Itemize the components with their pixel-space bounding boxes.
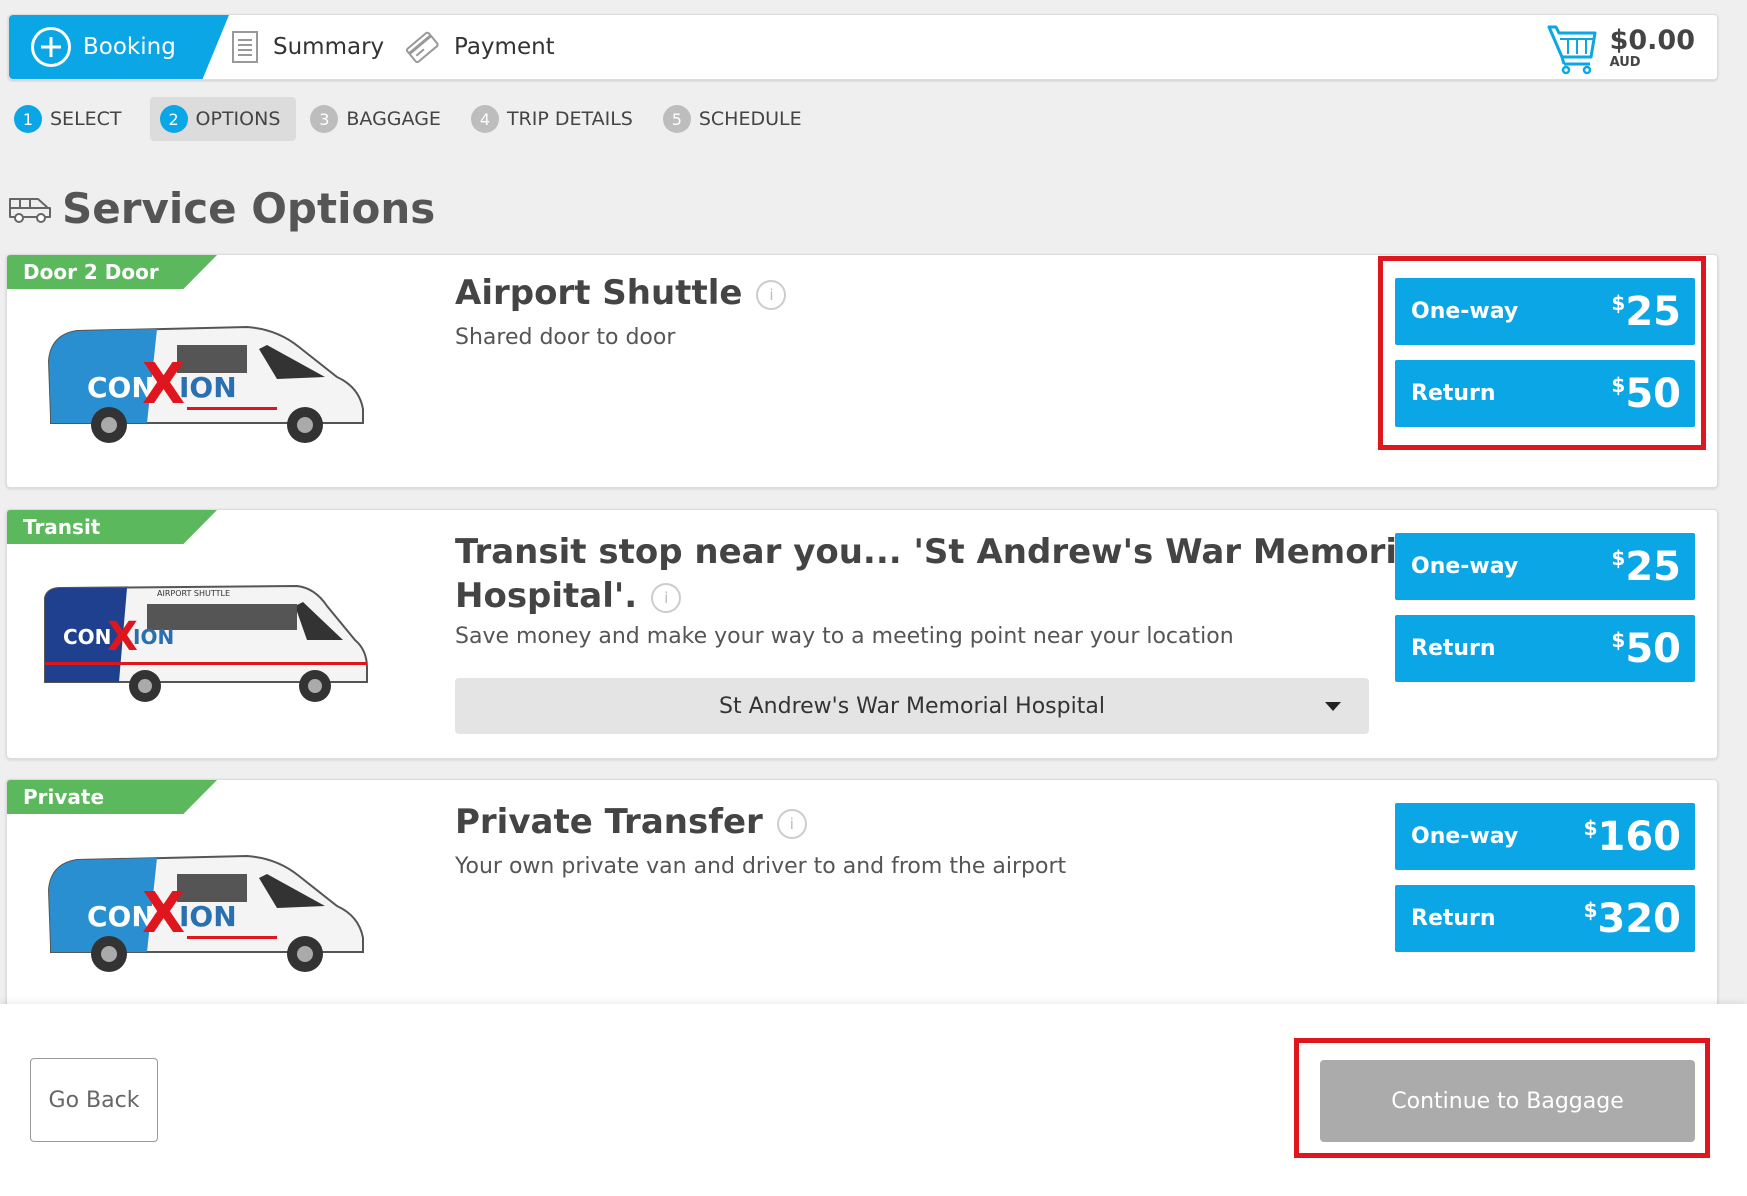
step-trip-details[interactable]: 4 TRIP DETAILS [469,97,649,141]
step-select[interactable]: 1 SELECT [12,97,138,141]
transit-stop-select[interactable]: St Andrew's War Memorial Hospital [455,678,1369,734]
progress-steps: 1 SELECT 2 OPTIONS 3 BAGGAGE 4 TRIP DETA… [12,96,830,142]
svg-text:ION: ION [179,371,237,404]
service-subtitle: Your own private van and driver to and f… [455,854,1067,879]
transit-van-image: AIRPORT SHUTTLE CON X ION [44,584,368,702]
step-label: OPTIONS [195,108,281,130]
van-icon [9,197,51,223]
go-back-button[interactable]: Go Back [30,1058,158,1142]
oneway-price-button[interactable]: One-way $160 [1395,803,1695,870]
service-subtitle: Shared door to door [455,325,676,350]
cart[interactable]: $0.00 AUD [1546,21,1695,75]
shopping-cart-icon [1547,25,1597,75]
step-label: SELECT [50,108,122,130]
price-amount: $50 [1611,625,1681,672]
tab-payment-label: Payment [454,34,555,60]
price-type: Return [1411,906,1496,931]
price-amount: $320 [1583,895,1681,942]
svg-text:ION: ION [179,900,237,933]
highlight-box-continue [1294,1038,1710,1158]
service-title-line2: Hospital'. [455,576,638,616]
service-card-private-transfer: Private CON X ION Private Transfer i Your… [6,779,1718,1039]
price-type: Return [1411,636,1496,661]
step-label: TRIP DETAILS [506,108,633,130]
document-icon [232,31,258,63]
step-label: BAGGAGE [346,108,441,130]
cart-total: $0.00 AUD [1610,27,1695,69]
service-title-text: Airport Shuttle [455,273,743,313]
step-label: SCHEDULE [698,108,802,130]
credit-card-icon [405,31,439,64]
step-baggage[interactable]: 3 BAGGAGE [308,97,457,141]
price-type: One-way [1411,824,1519,849]
service-ribbon: Door 2 Door [7,255,217,289]
private-van-image: CON X ION [47,854,364,972]
return-price-button[interactable]: Return $320 [1395,885,1695,952]
plus-icon [31,27,71,67]
svg-text:ION: ION [133,625,174,649]
tab-summary[interactable]: Summary [231,15,384,79]
svg-text:CON: CON [63,625,111,649]
transit-stop-value: St Andrew's War Memorial Hospital [719,693,1105,719]
tab-booking-label: Booking [83,34,176,60]
info-icon[interactable]: i [776,808,807,839]
step-options[interactable]: 2 OPTIONS [149,97,297,141]
cart-currency: AUD [1609,55,1641,70]
highlight-box-prices [1378,256,1706,450]
service-title: Airport Shuttle i [455,271,787,315]
step-schedule[interactable]: 5 SCHEDULE [661,97,818,141]
service-title-line1: Transit stop near you... 'St Andrew's Wa… [455,532,1432,572]
step-number: 4 [470,105,499,133]
price-amount: $160 [1583,813,1681,860]
step-number: 5 [662,105,691,133]
info-icon[interactable]: i [756,279,787,310]
step-number: 1 [14,105,42,133]
shuttle-van-image: CON X ION [47,325,364,443]
service-ribbon: Transit [7,510,217,544]
price-amount: $25 [1611,543,1681,590]
service-subtitle: Save money and make your way to a meetin… [455,624,1234,649]
service-ribbon: Private [7,780,217,814]
page-title: Service Options [62,184,436,233]
page-heading: Service Options [8,184,435,233]
service-title: Private Transfer i [455,800,807,844]
service-title: Transit stop near you... 'St Andrew's Wa… [455,530,1432,618]
tab-payment[interactable]: Payment [404,15,555,79]
step-number: 2 [159,105,188,133]
svg-text:AIRPORT SHUTTLE: AIRPORT SHUTTLE [157,589,230,598]
step-number: 3 [310,105,339,133]
return-price-button[interactable]: Return $50 [1395,615,1695,682]
info-icon[interactable]: i [651,582,682,613]
caret-down-icon [1325,702,1341,711]
tab-summary-label: Summary [273,34,385,60]
service-title-text: Private Transfer [455,802,763,842]
oneway-price-button[interactable]: One-way $25 [1395,533,1695,600]
tab-booking[interactable]: Booking [9,15,229,79]
top-navigation: Booking Summary Payment $0.00 AUD [8,14,1718,80]
service-card-transit: Transit AIRPORT SHUTTLE CON X ION Transi… [6,509,1718,759]
price-type: One-way [1411,554,1519,579]
cart-amount: $0.00 [1609,25,1695,56]
